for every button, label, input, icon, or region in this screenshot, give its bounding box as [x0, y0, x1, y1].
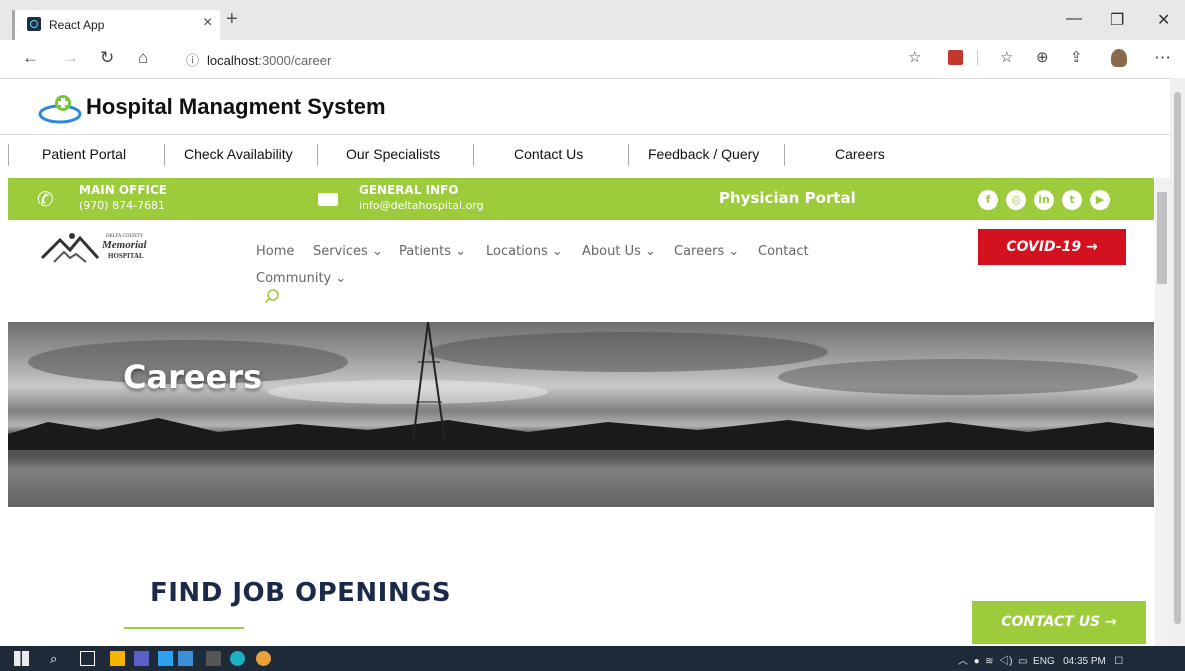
tray-mic-icon[interactable]: ● — [974, 656, 980, 667]
site-info-icon[interactable]: ⓘ — [186, 53, 199, 68]
delta-county-memorial-logo[interactable]: DELTA COUNTY Memorial HOSPITAL — [40, 228, 168, 272]
react-favicon-icon — [27, 17, 41, 31]
nav-separator — [317, 144, 318, 166]
physician-portal-link[interactable]: Physician Portal — [719, 189, 856, 207]
covid-19-button[interactable]: COVID-19 → — [978, 229, 1126, 265]
system-tray: ︿ ● ≋ ◁) ▭ ENG 04:35 PM ☐ — [958, 652, 1123, 667]
forward-icon[interactable]: → — [62, 48, 79, 68]
header-divider — [0, 134, 1170, 135]
site-nav-careers[interactable]: Careers ⌄ — [674, 244, 739, 259]
notifications-icon[interactable]: ☐ — [1114, 656, 1123, 667]
site-nav-patients[interactable]: Patients ⌄ — [399, 244, 466, 259]
general-info-label: GENERAL INFO — [359, 183, 459, 197]
nav-separator — [8, 144, 9, 166]
tray-language[interactable]: ENG — [1033, 656, 1055, 667]
browser-tab[interactable]: React App × — [12, 10, 220, 40]
nav-separator — [164, 144, 165, 166]
search-icon[interactable] — [264, 288, 280, 304]
youtube-icon[interactable]: ▶ — [1090, 190, 1110, 210]
chrome-icon[interactable] — [256, 651, 271, 666]
app-nav: Patient Portal Check Availability Our Sp… — [8, 144, 908, 166]
windows-start-icon[interactable] — [14, 651, 29, 666]
logo-line-2: Memorial — [102, 239, 147, 251]
url-path: :3000/career — [258, 53, 332, 68]
tray-volume-icon[interactable]: ◁) — [999, 656, 1012, 667]
linkedin-icon[interactable]: in — [1034, 190, 1054, 210]
facebook-icon[interactable]: f — [978, 190, 998, 210]
landscape-illustration — [8, 322, 1154, 507]
site-nav-locations[interactable]: Locations ⌄ — [486, 244, 563, 259]
window-close-icon[interactable]: ✕ — [1157, 10, 1170, 30]
profile-avatar[interactable] — [1111, 49, 1127, 67]
file-explorer-icon[interactable] — [110, 651, 125, 666]
hospital-logo-icon — [38, 95, 82, 124]
nav-separator — [784, 144, 785, 166]
nav-contact-us[interactable]: Contact Us — [514, 146, 583, 162]
nav-patient-portal[interactable]: Patient Portal — [42, 146, 126, 162]
vscode-icon[interactable] — [178, 651, 193, 666]
tray-battery-icon[interactable]: ▭ — [1018, 656, 1027, 667]
nav-separator — [473, 144, 474, 166]
restore-icon[interactable]: ❐ — [1110, 10, 1124, 30]
mail-icon — [318, 193, 338, 206]
site-nav-home[interactable]: Home — [256, 244, 294, 259]
careers-hero-banner: Careers — [8, 322, 1154, 507]
favorite-star-icon[interactable]: ☆ — [908, 48, 921, 66]
heading-underline — [124, 627, 244, 629]
tab-title: React App — [49, 18, 105, 32]
edge-icon[interactable] — [230, 651, 245, 666]
general-info-email[interactable]: info@deltahospital.org — [359, 199, 484, 212]
phone-icon: ✆ — [37, 189, 54, 211]
contact-info-bar: ✆ MAIN OFFICE (970) 874-7681 GENERAL INF… — [8, 178, 1154, 220]
tray-network-icon[interactable]: ≋ — [985, 656, 993, 667]
favorites-icon[interactable]: ☆ — [1000, 48, 1013, 66]
back-icon[interactable]: ← — [22, 48, 39, 68]
main-office-phone[interactable]: (970) 874-7681 — [79, 199, 165, 212]
mountain-logo-icon — [40, 233, 100, 263]
task-view-icon[interactable] — [80, 651, 95, 666]
taskbar-search-icon[interactable]: ⌕ — [50, 651, 65, 666]
tray-clock[interactable]: 04:35 PM — [1063, 656, 1106, 667]
minimize-icon[interactable]: — — [1066, 10, 1082, 28]
refresh-icon[interactable]: ↻ — [100, 48, 114, 68]
site-nav-community[interactable]: Community ⌄ — [256, 271, 346, 286]
site-nav-about-us[interactable]: About Us ⌄ — [582, 244, 656, 259]
main-office-label: MAIN OFFICE — [79, 183, 167, 197]
extension-icon[interactable] — [948, 50, 963, 65]
teams-icon[interactable] — [134, 651, 149, 666]
site-nav-contact[interactable]: Contact — [758, 244, 809, 259]
windows-taskbar: ⌕ ︿ ● ≋ ◁) ▭ ENG 04:35 PM ☐ — [0, 646, 1185, 671]
site-nav-services[interactable]: Services ⌄ — [313, 244, 383, 259]
instagram-icon[interactable]: ◎ — [1006, 190, 1026, 210]
tray-chevron-icon[interactable]: ︿ — [958, 656, 968, 667]
more-options-icon[interactable]: ⋯ — [1154, 48, 1171, 68]
contact-us-button[interactable]: CONTACT US → — [972, 601, 1146, 644]
home-icon[interactable]: ⌂ — [138, 48, 148, 68]
nav-separator — [628, 144, 629, 166]
collections-icon[interactable]: ⊕ — [1036, 48, 1049, 66]
tab-close-icon[interactable]: × — [203, 14, 212, 32]
twitter-icon[interactable]: t — [1062, 190, 1082, 210]
nav-feedback-query[interactable]: Feedback / Query — [648, 146, 759, 162]
logo-line-3: HOSPITAL — [108, 252, 144, 260]
hero-title: Careers — [123, 358, 263, 396]
app-title: Hospital Managment System — [86, 94, 386, 119]
page-scrollbar-thumb[interactable] — [1157, 192, 1167, 284]
toolbar-divider — [977, 50, 978, 66]
nav-careers[interactable]: Careers — [835, 146, 885, 162]
store-icon[interactable] — [158, 651, 173, 666]
new-tab-icon[interactable]: + — [226, 8, 238, 31]
window-scrollbar-thumb[interactable] — [1174, 92, 1181, 624]
share-icon[interactable]: ⇪ — [1070, 48, 1083, 66]
terminal-icon[interactable] — [206, 651, 221, 666]
address-bar[interactable]: ⓘ localhost:3000/career — [186, 50, 331, 69]
nav-our-specialists[interactable]: Our Specialists — [346, 146, 440, 162]
url-host: localhost — [207, 53, 259, 68]
find-job-openings-heading: FIND JOB OPENINGS — [150, 578, 452, 608]
nav-check-availability[interactable]: Check Availability — [184, 146, 293, 162]
